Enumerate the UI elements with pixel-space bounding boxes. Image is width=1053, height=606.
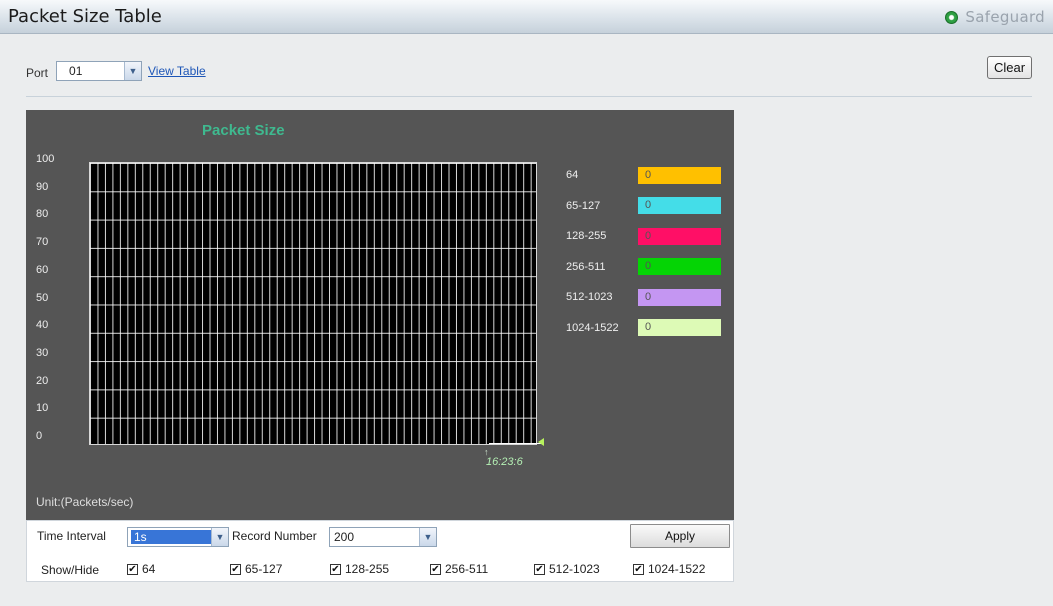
y-tick-label: 90 bbox=[36, 180, 49, 193]
y-tick-label: 70 bbox=[36, 236, 49, 249]
checkbox-icon[interactable]: ✔ bbox=[127, 563, 138, 575]
title-bar: Packet Size Table Safeguard bbox=[0, 0, 1053, 34]
legend-value: 0 bbox=[638, 319, 721, 336]
checkbox-label: 256-511 bbox=[445, 562, 489, 576]
record-number-select[interactable]: 200 ▼ bbox=[329, 527, 437, 547]
legend-item: 256-511 0 bbox=[566, 258, 721, 276]
plot-area bbox=[89, 162, 537, 445]
checkbox-icon[interactable]: ✔ bbox=[330, 563, 341, 575]
port-select[interactable]: 01 ▼ bbox=[56, 61, 143, 81]
port-select-value: 01 bbox=[69, 64, 83, 78]
legend-value: 0 bbox=[638, 227, 721, 245]
series-end-marker bbox=[538, 438, 544, 446]
checkbox-icon[interactable]: ✔ bbox=[633, 563, 644, 575]
legend-label: 1024-1522 bbox=[566, 321, 619, 334]
legend-value: 0 bbox=[638, 288, 721, 306]
legend-item: 1024-1522 0 bbox=[566, 319, 721, 337]
checkbox-label: 512-1023 bbox=[549, 562, 600, 576]
legend-value: 0 bbox=[638, 197, 721, 214]
time-interval-value: 1s bbox=[131, 530, 211, 544]
chevron-down-icon[interactable]: ▼ bbox=[211, 528, 228, 546]
legend-item: 64 0 bbox=[566, 166, 721, 184]
y-tick-label: 80 bbox=[36, 208, 49, 221]
show-hide-checkbox[interactable]: ✔ 1024-1522 bbox=[633, 562, 705, 576]
legend-value: 0 bbox=[638, 258, 721, 275]
y-tick-label: 50 bbox=[36, 291, 49, 304]
safeguard-indicator: Safeguard bbox=[945, 8, 1045, 26]
safeguard-status-icon bbox=[945, 10, 959, 24]
legend-label: 64 bbox=[566, 169, 579, 181]
y-tick-label: 40 bbox=[36, 319, 49, 332]
checkbox-label: 65-127 bbox=[245, 562, 283, 576]
show-hide-checkbox[interactable]: ✔ 65-127 bbox=[230, 562, 282, 576]
series-line bbox=[489, 443, 543, 444]
legend-item: 512-1023 0 bbox=[566, 288, 721, 306]
page-title: Packet Size Table bbox=[8, 6, 162, 27]
clear-button[interactable]: Clear bbox=[987, 56, 1032, 79]
x-tick-label: 16:23:6 bbox=[486, 456, 523, 468]
legend-label: 128-255 bbox=[566, 230, 607, 242]
time-interval-select[interactable]: 1s ▼ bbox=[127, 527, 229, 547]
apply-button[interactable]: Apply bbox=[630, 524, 730, 548]
chevron-down-icon[interactable]: ▼ bbox=[419, 528, 436, 546]
legend-item: 65-127 0 bbox=[566, 197, 721, 215]
y-tick-label: 10 bbox=[36, 402, 49, 415]
checkbox-icon[interactable]: ✔ bbox=[534, 563, 545, 575]
port-row: Port 01 ▼ View Table bbox=[26, 60, 206, 82]
legend-label: 256-511 bbox=[566, 260, 606, 273]
checkbox-icon[interactable]: ✔ bbox=[230, 563, 241, 575]
record-number-value: 200 bbox=[334, 530, 355, 544]
y-tick-label: 0 bbox=[36, 430, 43, 442]
legend-item: 128-255 0 bbox=[566, 227, 721, 245]
legend-label: 512-1023 bbox=[566, 291, 613, 303]
checkbox-label: 1024-1522 bbox=[648, 562, 706, 576]
y-tick-label: 100 bbox=[36, 153, 55, 165]
chart-controls: Time Interval 1s ▼ Record Number 200 ▼ A… bbox=[26, 520, 734, 582]
divider bbox=[26, 96, 1032, 97]
show-hide-checkbox[interactable]: ✔ 256-511 bbox=[430, 562, 488, 576]
show-hide-label: Show/Hide bbox=[41, 563, 100, 577]
port-label: Port bbox=[26, 66, 49, 80]
show-hide-checkbox[interactable]: ✔ 64 bbox=[127, 562, 155, 576]
chart-panel: Packet Size 100 90 80 70 60 50 40 30 20 10 0 ↑ 16:… bbox=[26, 110, 734, 520]
chart-title: Packet Size bbox=[202, 122, 285, 139]
record-number-label: Record Number bbox=[232, 529, 317, 543]
show-hide-checkbox[interactable]: ✔ 128-255 bbox=[330, 562, 389, 576]
unit-label: Unit:(Packets/sec) bbox=[36, 495, 134, 509]
y-tick-label: 60 bbox=[36, 263, 49, 276]
view-table-link[interactable]: View Table bbox=[148, 64, 206, 78]
chevron-down-icon[interactable]: ▼ bbox=[124, 62, 142, 80]
y-tick-label: 20 bbox=[36, 374, 49, 387]
checkbox-icon[interactable]: ✔ bbox=[430, 563, 441, 575]
checkbox-label: 128-255 bbox=[345, 562, 390, 576]
show-hide-checkbox[interactable]: ✔ 512-1023 bbox=[534, 562, 600, 576]
checkbox-label: 64 bbox=[142, 562, 156, 576]
safeguard-label: Safeguard bbox=[965, 8, 1045, 26]
legend-value: 0 bbox=[638, 166, 721, 184]
y-tick-label: 30 bbox=[36, 346, 49, 359]
time-interval-label: Time Interval bbox=[37, 529, 106, 543]
legend-label: 65-127 bbox=[566, 199, 601, 212]
